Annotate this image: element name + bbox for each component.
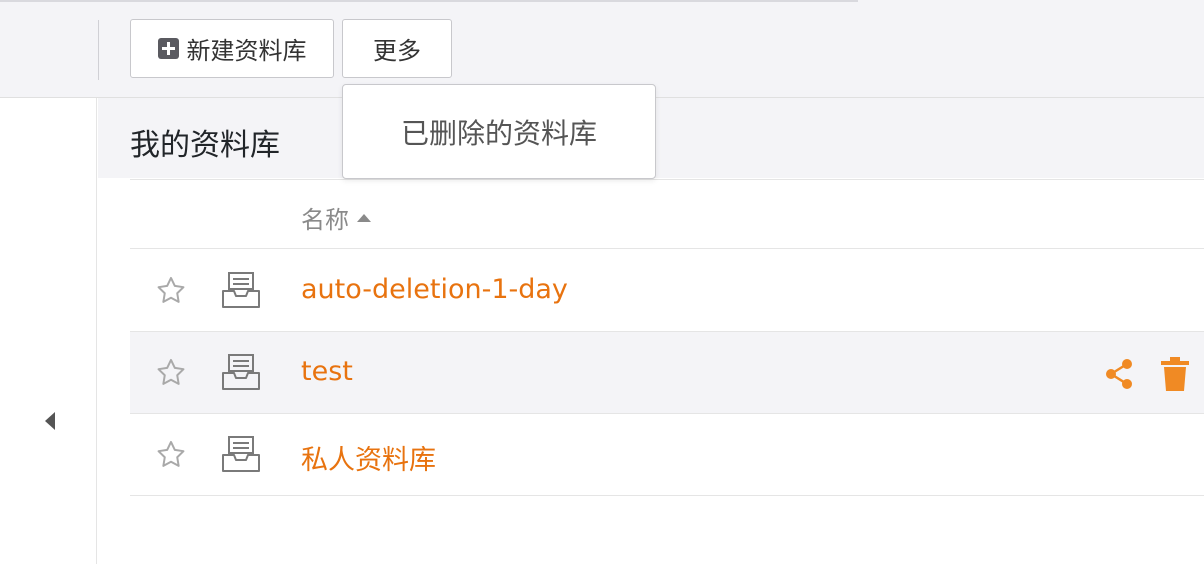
caret-left-icon[interactable]: [45, 412, 55, 430]
more-dropdown-menu: 已删除的资料库: [342, 84, 656, 179]
table-row[interactable]: auto-deletion-1-day: [130, 250, 1204, 332]
more-button[interactable]: 更多: [342, 19, 452, 78]
library-name-link[interactable]: test: [301, 356, 353, 387]
toolbar-top-border: [0, 0, 858, 2]
star-outline-icon[interactable]: [154, 438, 188, 472]
toolbar-divider: [98, 20, 99, 80]
menu-item-deleted-libraries[interactable]: 已删除的资料库: [343, 85, 655, 178]
table-row[interactable]: test: [130, 332, 1204, 414]
new-library-button[interactable]: 新建资料库: [130, 19, 334, 78]
inbox-tray-icon: [222, 272, 260, 308]
column-name-label: 名称: [301, 206, 349, 234]
page-title: 我的资料库: [130, 128, 280, 163]
library-name-link[interactable]: 私人资料库: [301, 438, 436, 477]
inbox-tray-icon: [222, 354, 260, 390]
inbox-tray-icon: [222, 436, 260, 472]
table-row[interactable]: 私人资料库: [130, 414, 1204, 496]
star-outline-icon[interactable]: [154, 274, 188, 308]
side-panel: [0, 98, 97, 564]
column-header-name[interactable]: 名称: [301, 200, 371, 235]
share-icon[interactable]: [1102, 357, 1136, 391]
new-library-label: 新建资料库: [186, 37, 307, 65]
table-header: 名称: [130, 179, 1204, 249]
star-outline-icon[interactable]: [154, 356, 188, 390]
more-label: 更多: [373, 37, 421, 65]
caret-up-icon: [357, 213, 371, 222]
library-name-link[interactable]: auto-deletion-1-day: [301, 274, 568, 305]
plus-square-icon: [157, 38, 179, 59]
trash-icon[interactable]: [1160, 356, 1190, 392]
